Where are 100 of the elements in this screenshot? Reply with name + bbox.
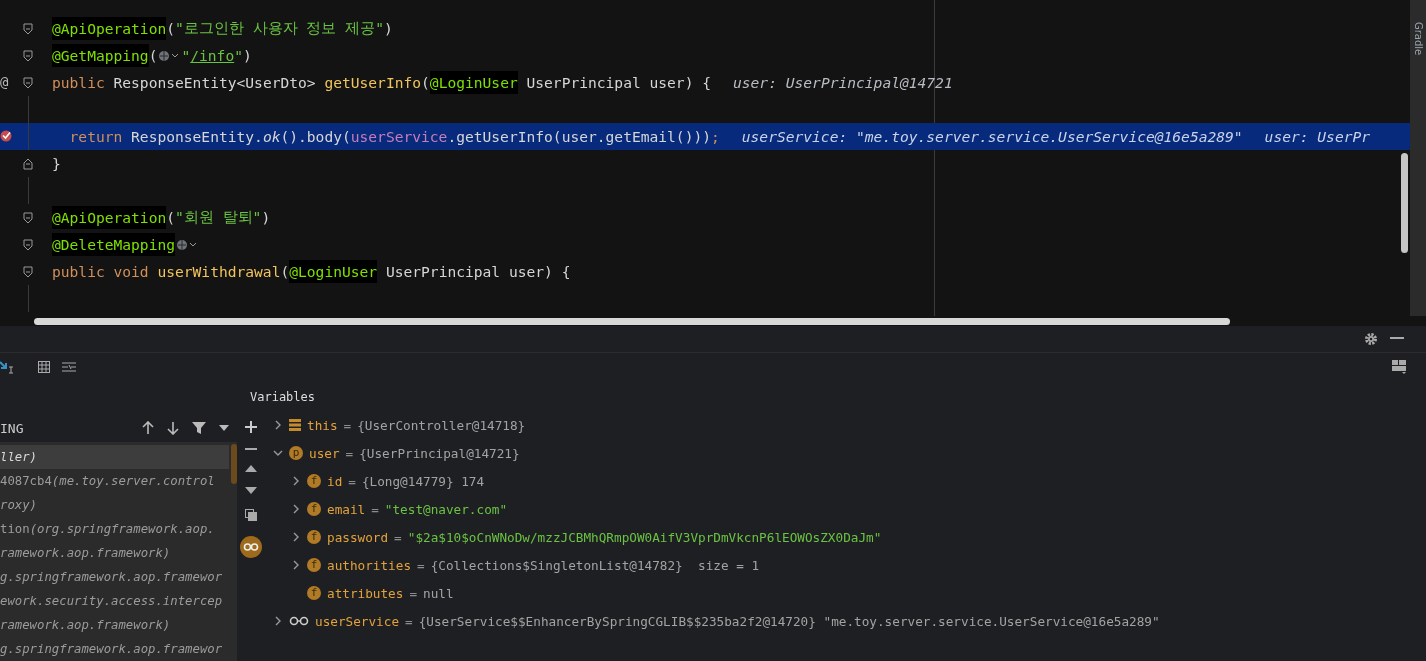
fold-icon[interactable] <box>23 239 33 251</box>
equals-sign: = <box>409 585 418 601</box>
glasses-icon[interactable] <box>240 536 262 558</box>
annotation: @LoginUser <box>429 71 518 94</box>
fold-icon[interactable] <box>23 158 33 170</box>
chevron-icon[interactable] <box>291 504 301 514</box>
stack-frame[interactable]: ework.security.access.intercep <box>0 589 229 613</box>
annotation: @ApiOperation <box>52 17 167 40</box>
equals-sign: = <box>417 557 425 573</box>
equals-sign: = <box>345 445 354 461</box>
equals-sign: = <box>371 501 379 517</box>
string-literal: "로그인한 사용자 정보 제공" <box>175 19 384 38</box>
code-text: ( <box>421 74 430 91</box>
variable-name: user <box>309 445 340 461</box>
equals-sign: = <box>394 529 402 545</box>
semicolon: ; <box>711 128 720 145</box>
equals-sign: = <box>348 473 356 489</box>
variable-value: {Long@14779} 174 <box>361 473 485 489</box>
gutter-marker[interactable]: @ <box>0 74 9 90</box>
dropdown-icon[interactable] <box>219 425 229 431</box>
fold-icon[interactable] <box>23 266 33 278</box>
code-text: ( <box>166 20 176 37</box>
settings-list-icon[interactable] <box>62 361 76 373</box>
string-literal: " <box>181 47 191 64</box>
code-text: ) <box>243 47 252 64</box>
stack-frame[interactable]: g.springframework.aop.framewor <box>0 637 229 661</box>
chevron-icon[interactable] <box>291 532 301 542</box>
breakpoint-icon[interactable] <box>0 130 12 142</box>
chevron-icon[interactable] <box>273 420 283 430</box>
code-text: ( <box>280 263 290 280</box>
string-literal: " <box>234 47 243 64</box>
string-literal: "회원 탈퇴" <box>175 208 262 227</box>
gradle-tab[interactable]: Gradle <box>1412 22 1424 56</box>
method-name: getUserInfo <box>324 74 422 91</box>
up-arrow-icon[interactable] <box>142 421 154 435</box>
inline-value-hint: userService: "me.toy.server.service.UserService@16e5a289" <box>741 128 1243 145</box>
field-badge: f <box>307 530 321 544</box>
variable-name: authorities <box>327 557 412 573</box>
keyword: public <box>52 74 106 91</box>
filter-icon[interactable] <box>192 421 206 435</box>
inline-value-hint: user: UserPr <box>1264 128 1371 145</box>
variable-value: {UserPrincipal@14721} <box>359 445 520 461</box>
fold-icon[interactable] <box>23 23 33 35</box>
stack-frame[interactable]: ller) <box>0 445 229 469</box>
field-badge: f <box>307 502 321 516</box>
variable-name: this <box>307 417 338 433</box>
annotation: @DeleteMapping <box>52 233 175 256</box>
code-text: ResponseEntity. <box>131 128 263 145</box>
glasses-icon <box>289 616 309 626</box>
globe-icon[interactable] <box>176 237 198 252</box>
move-up-icon[interactable] <box>245 465 257 472</box>
chevron-icon[interactable] <box>273 448 283 458</box>
variable-value: "test@naver.com" <box>384 501 508 517</box>
fold-icon[interactable] <box>23 77 33 89</box>
minimize-icon[interactable] <box>1390 337 1404 341</box>
stack-frame[interactable]: ramework.aop.framework) <box>0 541 229 565</box>
table-icon[interactable] <box>38 361 50 373</box>
move-down-icon[interactable] <box>245 487 257 494</box>
equals-sign: = <box>405 613 413 629</box>
settings-icon[interactable] <box>1364 332 1378 346</box>
field-name: userService <box>350 128 448 145</box>
copy-icon[interactable] <box>245 509 257 521</box>
variable-value: {Collections$SingletonList@14782} size = 1 <box>430 557 760 573</box>
globe-icon[interactable] <box>158 48 181 63</box>
chevron-icon[interactable] <box>291 560 301 570</box>
field-badge: f <box>307 558 321 572</box>
step-icon[interactable] <box>0 360 14 374</box>
code-text: ( <box>148 47 158 64</box>
stack-frame[interactable]: tion(org.springframework.aop. <box>0 517 229 541</box>
add-icon[interactable] <box>245 421 257 433</box>
layout-icon[interactable] <box>1392 360 1406 374</box>
down-arrow-icon[interactable] <box>167 421 179 435</box>
stack-frame[interactable]: roxy) <box>0 493 229 517</box>
panel-title: Variables <box>250 389 317 406</box>
code-text: ResponseEntity<UserDto> <box>113 74 317 91</box>
parameter-badge: p <box>289 446 303 460</box>
code-text: UserPrincipal user) { <box>525 74 711 91</box>
stack-frame[interactable]: 4087cb4(me.toy.server.control <box>0 469 229 493</box>
code-text: ) <box>261 209 271 226</box>
stack-frame[interactable]: g.springframework.aop.framewor <box>0 565 229 589</box>
variable-name: password <box>327 529 389 545</box>
method-name: userWithdrawal <box>157 263 281 280</box>
field-badge: f <box>307 586 321 600</box>
keyword: return <box>68 128 124 145</box>
variable-value: {UserController@14718} <box>357 417 526 433</box>
stack-frame[interactable]: ramework.aop.framework) <box>0 613 229 637</box>
variable-value: null <box>423 585 454 601</box>
code-text: } <box>52 155 61 172</box>
fold-icon[interactable] <box>23 212 33 224</box>
list-icon <box>289 419 301 431</box>
fold-icon[interactable] <box>23 50 33 62</box>
chevron-icon[interactable] <box>273 616 283 626</box>
variable-value: "$2a$10$oCnWNoDw/mzzJCBMhQRmpOW0AifV3VprDmVkcnP6lEOWOsZX0DaJm" <box>407 529 882 545</box>
code-text: ().body( <box>280 128 351 145</box>
keyword: public void <box>52 263 150 280</box>
variable-name: userService <box>315 613 400 629</box>
chevron-icon[interactable] <box>291 476 301 486</box>
vertical-scrollbar[interactable] <box>1401 153 1408 253</box>
horizontal-scrollbar[interactable] <box>34 317 1230 325</box>
url-link[interactable]: /info <box>190 47 235 64</box>
